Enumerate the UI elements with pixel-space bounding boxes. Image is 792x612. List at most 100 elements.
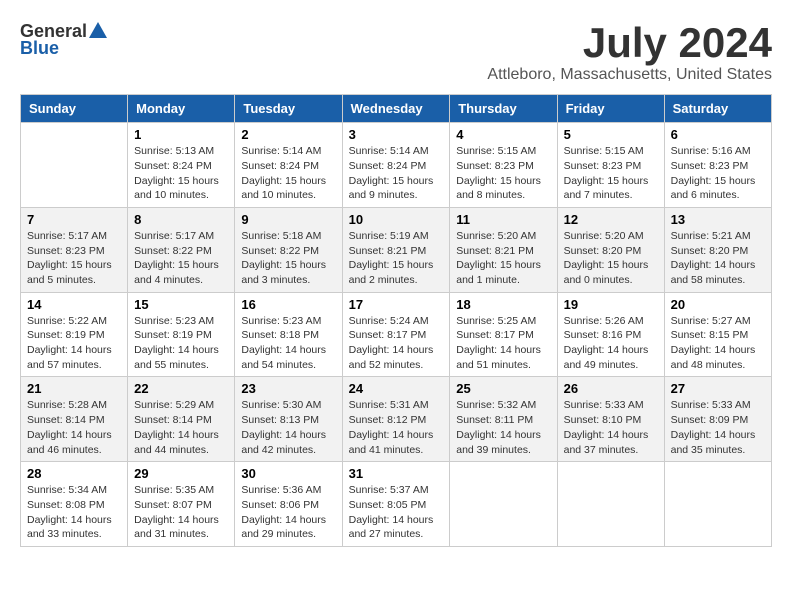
day-number: 29 [134,466,228,481]
day-number: 21 [27,381,121,396]
calendar-week-row: 28 Sunrise: 5:34 AMSunset: 8:08 PMDayligh… [21,462,772,547]
day-number: 22 [134,381,228,396]
column-header-tuesday: Tuesday [235,95,342,123]
calendar-cell: 5 Sunrise: 5:15 AMSunset: 8:23 PMDaylight… [557,123,664,208]
calendar-cell: 20 Sunrise: 5:27 AMSunset: 8:15 PMDayligh… [664,292,771,377]
day-number: 8 [134,212,228,227]
cell-sun-info: Sunrise: 5:36 AMSunset: 8:06 PMDaylight:… [241,483,335,542]
cell-sun-info: Sunrise: 5:22 AMSunset: 8:19 PMDaylight:… [27,314,121,373]
cell-sun-info: Sunrise: 5:15 AMSunset: 8:23 PMDaylight:… [564,144,658,203]
day-number: 9 [241,212,335,227]
calendar-cell: 6 Sunrise: 5:16 AMSunset: 8:23 PMDaylight… [664,123,771,208]
month-title: July 2024 [487,20,772,66]
location-title: Attleboro, Massachusetts, United States [487,66,772,84]
logo-icon [87,20,109,42]
calendar-cell: 29Sunrise: 5:35 AMSunset: 8:07 PMDayligh… [128,462,235,547]
column-header-friday: Friday [557,95,664,123]
cell-sun-info: Sunrise: 5:18 AMSunset: 8:22 PMDaylight:… [241,229,335,288]
day-number: 31 [349,466,444,481]
day-number: 11 [456,212,550,227]
day-number: 20 [671,297,765,312]
cell-sun-info: Sunrise: 5:16 AMSunset: 8:23 PMDaylight:… [671,144,765,203]
calendar-cell: 22Sunrise: 5:29 AMSunset: 8:14 PMDayligh… [128,377,235,462]
day-number: 28 [27,466,121,481]
calendar-cell: 16 Sunrise: 5:23 AMSunset: 8:18 PMDayligh… [235,292,342,377]
day-number: 19 [564,297,658,312]
day-number: 13 [671,212,765,227]
calendar-cell: 28 Sunrise: 5:34 AMSunset: 8:08 PMDayligh… [21,462,128,547]
calendar-cell: 11 Sunrise: 5:20 AMSunset: 8:21 PMDayligh… [450,207,557,292]
day-number: 4 [456,127,550,142]
calendar-week-row: 7 Sunrise: 5:17 AMSunset: 8:23 PMDaylight… [21,207,772,292]
day-number: 1 [134,127,228,142]
calendar-cell: 13Sunrise: 5:21 AMSunset: 8:20 PMDayligh… [664,207,771,292]
day-number: 16 [241,297,335,312]
cell-sun-info: Sunrise: 5:13 AMSunset: 8:24 PMDaylight:… [134,144,228,203]
calendar-cell: 14 Sunrise: 5:22 AMSunset: 8:19 PMDayligh… [21,292,128,377]
cell-sun-info: Sunrise: 5:23 AMSunset: 8:18 PMDaylight:… [241,314,335,373]
cell-sun-info: Sunrise: 5:17 AMSunset: 8:23 PMDaylight:… [27,229,121,288]
calendar-week-row: 14 Sunrise: 5:22 AMSunset: 8:19 PMDayligh… [21,292,772,377]
calendar-cell: 9 Sunrise: 5:18 AMSunset: 8:22 PMDaylight… [235,207,342,292]
column-header-monday: Monday [128,95,235,123]
calendar-cell: 3 Sunrise: 5:14 AMSunset: 8:24 PMDaylight… [342,123,450,208]
column-header-saturday: Saturday [664,95,771,123]
cell-sun-info: Sunrise: 5:30 AMSunset: 8:13 PMDaylight:… [241,398,335,457]
calendar-cell: 18 Sunrise: 5:25 AMSunset: 8:17 PMDayligh… [450,292,557,377]
cell-sun-info: Sunrise: 5:14 AMSunset: 8:24 PMDaylight:… [241,144,335,203]
calendar-week-row: 21Sunrise: 5:28 AMSunset: 8:14 PMDayligh… [21,377,772,462]
day-number: 10 [349,212,444,227]
page-header: General Blue July 2024 Attleboro, Massac… [20,20,772,84]
day-number: 6 [671,127,765,142]
calendar-cell: 7 Sunrise: 5:17 AMSunset: 8:23 PMDaylight… [21,207,128,292]
calendar-cell: 10 Sunrise: 5:19 AMSunset: 8:21 PMDayligh… [342,207,450,292]
calendar-cell: 19 Sunrise: 5:26 AMSunset: 8:16 PMDayligh… [557,292,664,377]
cell-sun-info: Sunrise: 5:33 AMSunset: 8:09 PMDaylight:… [671,398,765,457]
day-number: 5 [564,127,658,142]
cell-sun-info: Sunrise: 5:34 AMSunset: 8:08 PMDaylight:… [27,483,121,542]
cell-sun-info: Sunrise: 5:25 AMSunset: 8:17 PMDaylight:… [456,314,550,373]
day-number: 15 [134,297,228,312]
calendar-cell: 24 Sunrise: 5:31 AMSunset: 8:12 PMDayligh… [342,377,450,462]
column-header-sunday: Sunday [21,95,128,123]
column-header-wednesday: Wednesday [342,95,450,123]
cell-sun-info: Sunrise: 5:31 AMSunset: 8:12 PMDaylight:… [349,398,444,457]
calendar-cell: 17Sunrise: 5:24 AMSunset: 8:17 PMDayligh… [342,292,450,377]
calendar-cell: 12Sunrise: 5:20 AMSunset: 8:20 PMDayligh… [557,207,664,292]
logo-blue-text: Blue [20,38,59,59]
day-number: 17 [349,297,444,312]
calendar-cell: 31 Sunrise: 5:37 AMSunset: 8:05 PMDayligh… [342,462,450,547]
calendar-cell [450,462,557,547]
cell-sun-info: Sunrise: 5:19 AMSunset: 8:21 PMDaylight:… [349,229,444,288]
calendar-cell: 25Sunrise: 5:32 AMSunset: 8:11 PMDayligh… [450,377,557,462]
day-number: 14 [27,297,121,312]
cell-sun-info: Sunrise: 5:33 AMSunset: 8:10 PMDaylight:… [564,398,658,457]
calendar-cell: 30 Sunrise: 5:36 AMSunset: 8:06 PMDayligh… [235,462,342,547]
day-number: 30 [241,466,335,481]
cell-sun-info: Sunrise: 5:14 AMSunset: 8:24 PMDaylight:… [349,144,444,203]
day-number: 3 [349,127,444,142]
calendar-table: SundayMondayTuesdayWednesdayThursdayFrid… [20,94,772,547]
calendar-header-row: SundayMondayTuesdayWednesdayThursdayFrid… [21,95,772,123]
cell-sun-info: Sunrise: 5:27 AMSunset: 8:15 PMDaylight:… [671,314,765,373]
cell-sun-info: Sunrise: 5:20 AMSunset: 8:21 PMDaylight:… [456,229,550,288]
day-number: 26 [564,381,658,396]
day-number: 27 [671,381,765,396]
day-number: 7 [27,212,121,227]
cell-sun-info: Sunrise: 5:15 AMSunset: 8:23 PMDaylight:… [456,144,550,203]
day-number: 24 [349,381,444,396]
title-area: July 2024 Attleboro, Massachusetts, Unit… [487,20,772,84]
calendar-cell: 1 Sunrise: 5:13 AMSunset: 8:24 PMDaylight… [128,123,235,208]
cell-sun-info: Sunrise: 5:26 AMSunset: 8:16 PMDaylight:… [564,314,658,373]
day-number: 23 [241,381,335,396]
calendar-cell: 2Sunrise: 5:14 AMSunset: 8:24 PMDaylight… [235,123,342,208]
cell-sun-info: Sunrise: 5:17 AMSunset: 8:22 PMDaylight:… [134,229,228,288]
cell-sun-info: Sunrise: 5:37 AMSunset: 8:05 PMDaylight:… [349,483,444,542]
calendar-cell: 4 Sunrise: 5:15 AMSunset: 8:23 PMDaylight… [450,123,557,208]
day-number: 18 [456,297,550,312]
calendar-cell: 21Sunrise: 5:28 AMSunset: 8:14 PMDayligh… [21,377,128,462]
day-number: 12 [564,212,658,227]
calendar-cell: 8 Sunrise: 5:17 AMSunset: 8:22 PMDaylight… [128,207,235,292]
column-header-thursday: Thursday [450,95,557,123]
calendar-cell [21,123,128,208]
